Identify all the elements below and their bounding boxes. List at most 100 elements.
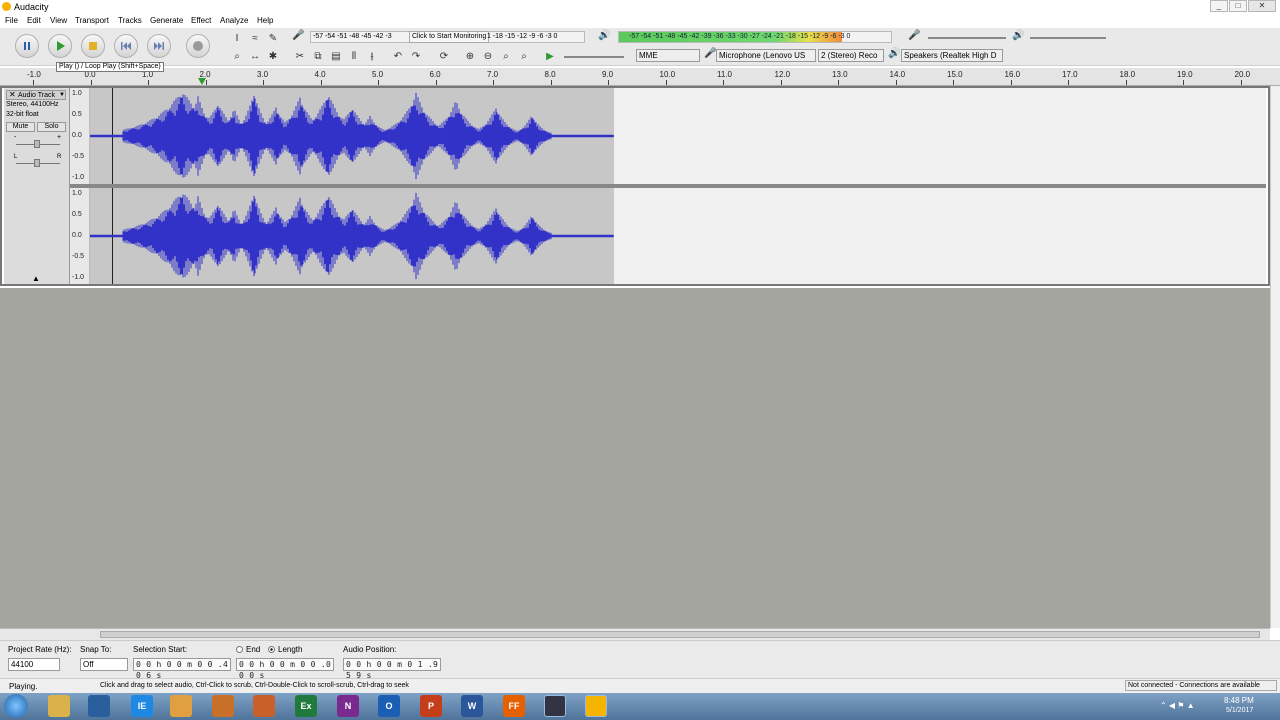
clock-time[interactable]: 8:48 PM xyxy=(1224,696,1254,705)
draw-tool-button[interactable]: ✎ xyxy=(265,30,281,46)
copy-icon: ⧉ xyxy=(314,50,322,62)
snap-to-select[interactable]: Off xyxy=(80,658,128,671)
ruler-tick-label: 5.0 xyxy=(372,70,384,79)
playback-device-select[interactable]: Speakers (Realtek High D xyxy=(901,49,1003,62)
cut-button[interactable]: ✂ xyxy=(292,48,308,64)
play-speed-slider[interactable] xyxy=(564,56,624,58)
multi-tool-button[interactable]: ✱ xyxy=(265,48,281,64)
waveform-left-channel[interactable] xyxy=(90,88,1266,184)
playback-meter[interactable]: -57 -54 -51 -48 -45 -42 -39 -36 -33 -30 … xyxy=(618,31,892,43)
end-radio[interactable] xyxy=(236,646,243,653)
excel-icon[interactable]: Ex xyxy=(295,695,317,717)
record-button[interactable] xyxy=(186,34,210,58)
horizontal-scroll-thumb[interactable] xyxy=(100,631,1260,638)
envelope-tool-button[interactable]: ≈ xyxy=(247,30,263,46)
track-name-dropdown[interactable]: ✕ Audio Track ▼ xyxy=(6,90,66,100)
empty-track-space[interactable] xyxy=(0,288,1270,628)
timeline-ruler[interactable]: -1.0 0.0 1.0 2.0 3.0 4.0 5.0 6.0 7.0 8.0 9.0 10.0 11… xyxy=(0,68,1280,86)
ruler-tick-label: 19.0 xyxy=(1177,70,1193,79)
project-rate-select[interactable]: 44100 xyxy=(8,658,60,671)
menu-generate[interactable]: Generate xyxy=(150,16,183,25)
timeshift-tool-button[interactable]: ↔ xyxy=(247,48,263,64)
close-track-icon[interactable]: ✕ xyxy=(9,91,16,99)
toolbar-area: I ≈ ✎ ⌕ ↔ ✱ 🎤 -57 -54 -51 -48 -45 -42 -3… xyxy=(0,28,1280,66)
play-icon xyxy=(49,35,71,57)
media-player-icon[interactable] xyxy=(170,695,192,717)
ruler-tick-label: 15.0 xyxy=(947,70,963,79)
gain-slider-thumb[interactable] xyxy=(34,140,40,148)
input-volume-slider[interactable] xyxy=(928,37,1006,39)
audio-host-select[interactable]: MME xyxy=(636,49,700,62)
horizontal-scrollbar[interactable] xyxy=(0,628,1270,640)
menu-help[interactable]: Help xyxy=(257,16,273,25)
skip-to-start-button[interactable] xyxy=(114,34,138,58)
project-rate-label: Project Rate (Hz): xyxy=(8,645,72,654)
collapse-track-icon[interactable]: ▲ xyxy=(32,274,40,283)
zoom-tool-button[interactable]: ⌕ xyxy=(229,48,245,64)
file-explorer-icon[interactable] xyxy=(48,695,70,717)
play-button[interactable] xyxy=(48,34,72,58)
i-beam-icon: I xyxy=(235,32,239,44)
mute-button[interactable]: Mute xyxy=(6,122,35,132)
paint-icon[interactable] xyxy=(212,695,234,717)
maximize-button[interactable]: □ xyxy=(1229,0,1247,12)
pause-button[interactable] xyxy=(15,34,39,58)
waveform-right-channel[interactable] xyxy=(90,188,1266,284)
system-tray-icons[interactable]: ⌃ ◀ ⚑ ▲ xyxy=(1160,701,1220,711)
selection-length-field[interactable]: 0 0 h 0 0 m 0 0 .0 0 0 s xyxy=(236,658,334,680)
selection-start-field[interactable]: 0 0 h 0 0 m 0 0 .4 0 6 s xyxy=(133,658,231,680)
pan-slider-thumb[interactable] xyxy=(34,159,40,167)
recording-device-select[interactable]: Microphone (Lenovo US xyxy=(716,49,816,62)
menu-tracks[interactable]: Tracks xyxy=(118,16,142,25)
selection-tool-button[interactable]: I xyxy=(229,30,245,46)
length-radio[interactable] xyxy=(268,646,275,653)
onenote-icon[interactable]: N xyxy=(337,695,359,717)
recording-channels-select[interactable]: 2 (Stereo) Reco xyxy=(818,49,884,62)
track-control-panel[interactable]: ✕ Audio Track ▼ Stereo, 44100Hz 32-bit f… xyxy=(4,88,70,284)
menu-effect[interactable]: Effect xyxy=(191,16,211,25)
sync-lock-button[interactable]: ⟳ xyxy=(436,48,452,64)
zoom-in-button[interactable]: ⊕ xyxy=(462,48,478,64)
menu-analyze[interactable]: Analyze xyxy=(220,16,248,25)
word-icon[interactable]: W xyxy=(461,695,483,717)
solo-button[interactable]: Solo xyxy=(37,122,66,132)
undo-button[interactable]: ↶ xyxy=(390,48,406,64)
snipping-tool-icon[interactable] xyxy=(253,695,275,717)
start-button-icon[interactable] xyxy=(4,694,28,718)
record-meter[interactable]: -57 -54 -51 -48 -45 -42 -3 Click to Star… xyxy=(310,31,585,43)
menu-view[interactable]: View xyxy=(50,16,67,25)
copy-button[interactable]: ⧉ xyxy=(310,48,326,64)
ruler-tick-label: 12.0 xyxy=(774,70,791,79)
outlook-icon[interactable]: O xyxy=(378,695,400,717)
play-at-speed-button[interactable]: ▶ xyxy=(542,48,558,64)
firefox-icon[interactable]: FF xyxy=(503,695,525,717)
fit-project-button[interactable]: ⌕ xyxy=(516,48,532,64)
close-button[interactable]: ✕ xyxy=(1248,0,1276,12)
trim-button[interactable]: ⫴ xyxy=(346,48,362,64)
clock-date: 5/1/2017 xyxy=(1226,707,1254,714)
silence-icon: ⫲ xyxy=(370,50,374,62)
paste-button[interactable]: ▤ xyxy=(328,48,344,64)
menu-edit[interactable]: Edit xyxy=(27,16,41,25)
click-to-start-monitoring[interactable]: Click to Start Monitoring xyxy=(409,31,490,43)
playback-device-value: Speakers (Realtek High D xyxy=(904,51,997,60)
internet-explorer-icon[interactable]: IE xyxy=(131,695,153,717)
fit-selection-button[interactable]: ⌕ xyxy=(498,48,514,64)
powerpoint-icon[interactable]: P xyxy=(420,695,442,717)
stop-button[interactable] xyxy=(81,34,105,58)
zoom-out-button[interactable]: ⊖ xyxy=(480,48,496,64)
minimize-button[interactable]: _ xyxy=(1210,0,1228,12)
vertical-scrollbar[interactable] xyxy=(1270,86,1280,628)
silence-button[interactable]: ⫲ xyxy=(364,48,380,64)
record-meter-scale: -57 -54 -51 -48 -45 -42 -3 xyxy=(313,33,392,40)
menu-file[interactable]: File xyxy=(5,16,18,25)
output-volume-slider[interactable] xyxy=(1030,37,1106,39)
playhead-marker-icon[interactable] xyxy=(198,78,206,85)
video-editor-icon[interactable] xyxy=(544,695,566,717)
audacity-taskbar-icon[interactable] xyxy=(585,695,607,717)
audio-position-field[interactable]: 0 0 h 0 0 m 0 1 .9 5 9 s xyxy=(343,658,441,680)
redo-button[interactable]: ↷ xyxy=(408,48,424,64)
menu-transport[interactable]: Transport xyxy=(75,16,109,25)
outlook-express-icon[interactable] xyxy=(88,695,110,717)
skip-to-end-button[interactable] xyxy=(147,34,171,58)
